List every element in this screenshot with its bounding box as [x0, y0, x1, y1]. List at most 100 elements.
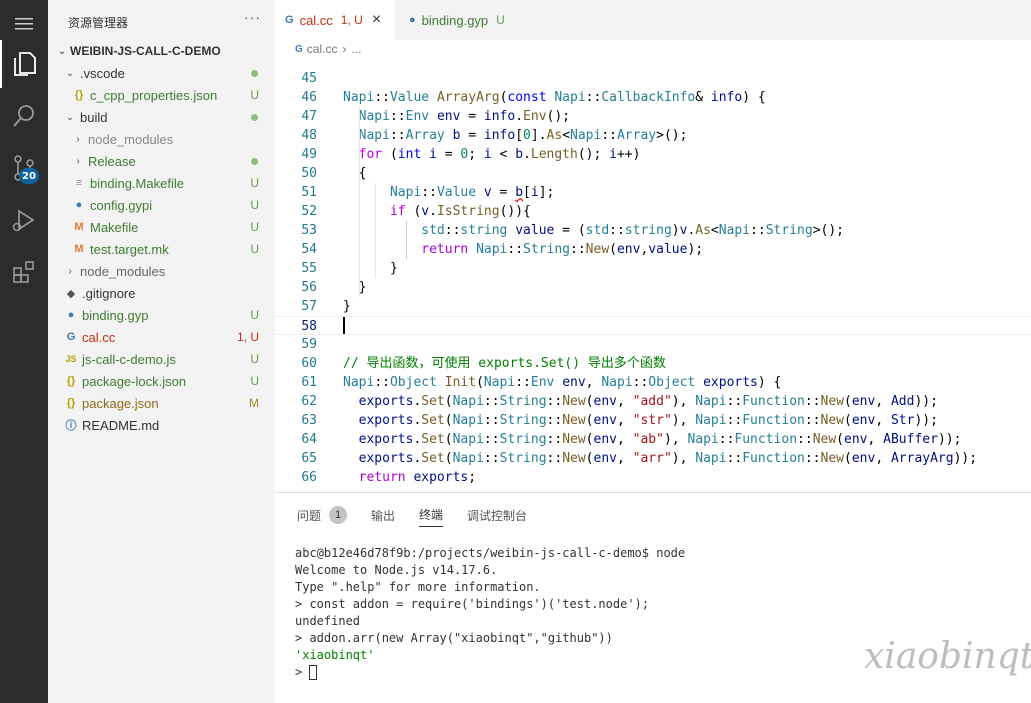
chevron-down-icon: ⌄ — [65, 67, 75, 79]
line-number: 49 — [301, 147, 317, 162]
js-file-icon: JS — [65, 354, 77, 364]
tree-item-label: c_cpp_properties.json — [90, 87, 218, 103]
code-line: 50 { — [275, 164, 1031, 183]
code-line: 46 Napi::Value ArrayArg(const Napi::Callb… — [275, 88, 1031, 107]
json-file-icon: {} — [66, 397, 76, 409]
terminal-prompt: > — [295, 665, 310, 679]
tab-cal-cc[interactable]: G cal.cc 1, U × — [275, 0, 395, 40]
tab-label: 问题 — [297, 508, 322, 523]
code-line: 63 exports.Set(Napi::String::New(env, "s… — [275, 411, 1031, 430]
tree-item-label: binding.Makefile — [90, 175, 184, 191]
code-line: 64 exports.Set(Napi::String::New(env, "a… — [275, 430, 1031, 449]
breadcrumb-symbol[interactable]: ... — [351, 42, 361, 56]
code-text: if (v.IsString()){ — [389, 204, 531, 219]
explorer-title: 资源管理器 — [68, 16, 129, 30]
code-line: 51 Napi::Value v = b[i]; — [275, 183, 1031, 202]
line-number: 51 — [301, 185, 317, 200]
tree-item-label: binding.gyp — [82, 307, 149, 323]
tab-debug-console[interactable]: 调试控制台 — [467, 503, 527, 527]
line-number: 48 — [301, 128, 317, 143]
tab-terminal[interactable]: 终端 — [419, 503, 444, 527]
tree-file-readme[interactable]: ⓘ README.md — [48, 414, 275, 436]
tab-status: 1, U — [340, 13, 363, 27]
line-number: 54 — [301, 242, 317, 257]
tree-file-gitignore[interactable]: ◆ .gitignore — [48, 282, 275, 304]
tree-file-package-json[interactable]: {} package.json M — [48, 392, 275, 414]
terminal-line: > addon.arr(new Array("xiaobinqt","githu… — [295, 631, 613, 645]
code-line: 60 // 导出函数，可使用 exports.Set() 导出多个函数 — [275, 354, 1031, 373]
code-text: exports.Set(Napi::String::New(env, "add"… — [358, 394, 938, 409]
close-icon[interactable]: × — [372, 11, 381, 29]
breadcrumb-file[interactable]: cal.cc — [307, 42, 338, 56]
code-line: 65 exports.Set(Napi::String::New(env, "a… — [275, 449, 1031, 468]
python-file-icon: ● — [67, 309, 75, 321]
line-number: 50 — [301, 166, 317, 181]
terminal-line: Welcome to Node.js v14.17.6. — [295, 563, 498, 577]
chevron-right-icon: › — [68, 265, 72, 277]
tree-file-cal-cc[interactable]: G cal.cc 1, U — [48, 326, 275, 348]
tree-folder-node-modules[interactable]: › node_modules — [48, 260, 275, 282]
indent-guide — [406, 221, 407, 259]
code-text: Napi::Value ArrayArg(const Napi::Callbac… — [343, 90, 766, 105]
watermark: xiaobinqt — [864, 636, 1031, 677]
tab-label: 调试控制台 — [467, 508, 528, 523]
chevron-down-icon: ⌄ — [65, 111, 75, 123]
git-status: U — [250, 220, 259, 234]
code-text: exports.Set(Napi::String::New(env, "str"… — [358, 413, 938, 428]
line-number: 52 — [301, 204, 317, 219]
line-number: 59 — [301, 337, 317, 352]
tab-problems[interactable]: 问题 1 — [297, 503, 348, 527]
terminal-line: 'xiaobinqt' — [295, 648, 375, 662]
untracked-dot — [251, 69, 258, 77]
tree-file-binding-makefile[interactable]: ≡ binding.Makefile U — [48, 172, 275, 194]
makefile-icon: M — [74, 221, 84, 233]
tree-file-makefile[interactable]: M Makefile U — [48, 216, 275, 238]
tab-binding-gyp[interactable]: ● binding.gyp U — [399, 0, 537, 40]
explorer-sidebar: 资源管理器 ··· ⌄ WEIBIN-JS-CALL-C-DEMO ⌄ .vsc… — [48, 0, 275, 703]
tree-file-package-lock[interactable]: {} package-lock.json U — [48, 370, 275, 392]
chevron-down-icon: ⌄ — [57, 45, 67, 57]
search-icon[interactable] — [0, 92, 48, 140]
code-line-current: 58 — [275, 316, 1031, 335]
code-editor[interactable]: 45 46 Napi::Value ArrayArg(const Napi::Ca… — [275, 68, 1031, 492]
git-status: U — [250, 88, 259, 102]
tree-folder-release[interactable]: › Release — [48, 150, 275, 172]
tree-item-label: Release — [88, 153, 136, 169]
tree-file-js-call-c-demo[interactable]: JS js-call-c-demo.js U — [48, 348, 275, 370]
line-number: 66 — [301, 470, 317, 485]
tree-folder-build[interactable]: ⌄ build — [48, 106, 275, 128]
tab-label: 输出 — [371, 508, 396, 523]
line-number: 45 — [301, 71, 317, 86]
code-line: 57} — [275, 297, 1031, 316]
run-debug-icon[interactable] — [0, 196, 48, 244]
tree-item-label: package-lock.json — [82, 373, 187, 389]
indent-guide — [375, 183, 376, 278]
json-file-icon: {} — [74, 89, 84, 101]
terminal-line: abc@b12e46d78f9b:/projects/weibin-js-cal… — [295, 546, 686, 560]
chevron-right-icon: › — [76, 133, 80, 145]
terminal-line: undefined — [295, 614, 361, 628]
workspace-root[interactable]: ⌄ WEIBIN-JS-CALL-C-DEMO — [48, 40, 275, 62]
tree-file-binding-gyp[interactable]: ● binding.gyp U — [48, 304, 275, 326]
code-text: } — [343, 261, 398, 276]
git-status: U — [250, 308, 259, 322]
chevron-right-icon: › — [76, 155, 80, 167]
tree-item-label: node_modules — [88, 131, 174, 147]
extensions-icon[interactable] — [0, 248, 48, 296]
tree-folder-build-node-modules[interactable]: › node_modules — [48, 128, 275, 150]
tree-file-test-target-mk[interactable]: M test.target.mk U — [48, 238, 275, 260]
tab-status: U — [496, 13, 505, 27]
more-actions-icon[interactable]: ··· — [244, 9, 261, 25]
tree-file-c-cpp-properties[interactable]: {} c_cpp_properties.json U — [48, 84, 275, 106]
tab-output[interactable]: 输出 — [371, 503, 395, 527]
code-text: } — [343, 299, 351, 314]
tree-item-label: package.json — [82, 395, 159, 411]
line-number: 47 — [301, 109, 317, 124]
terminal-prompt-line: > — [295, 664, 685, 681]
python-file-icon: ● — [409, 14, 416, 26]
code-line: 61 Napi::Object Init(Napi::Env env, Napi:… — [275, 373, 1031, 392]
explorer-icon[interactable] — [0, 40, 48, 88]
tree-folder-vscode[interactable]: ⌄ .vscode — [48, 62, 275, 84]
tree-file-config-gypi[interactable]: ● config.gypi U — [48, 194, 275, 216]
terminal-output[interactable]: abc@b12e46d78f9b:/projects/weibin-js-cal… — [295, 545, 685, 681]
